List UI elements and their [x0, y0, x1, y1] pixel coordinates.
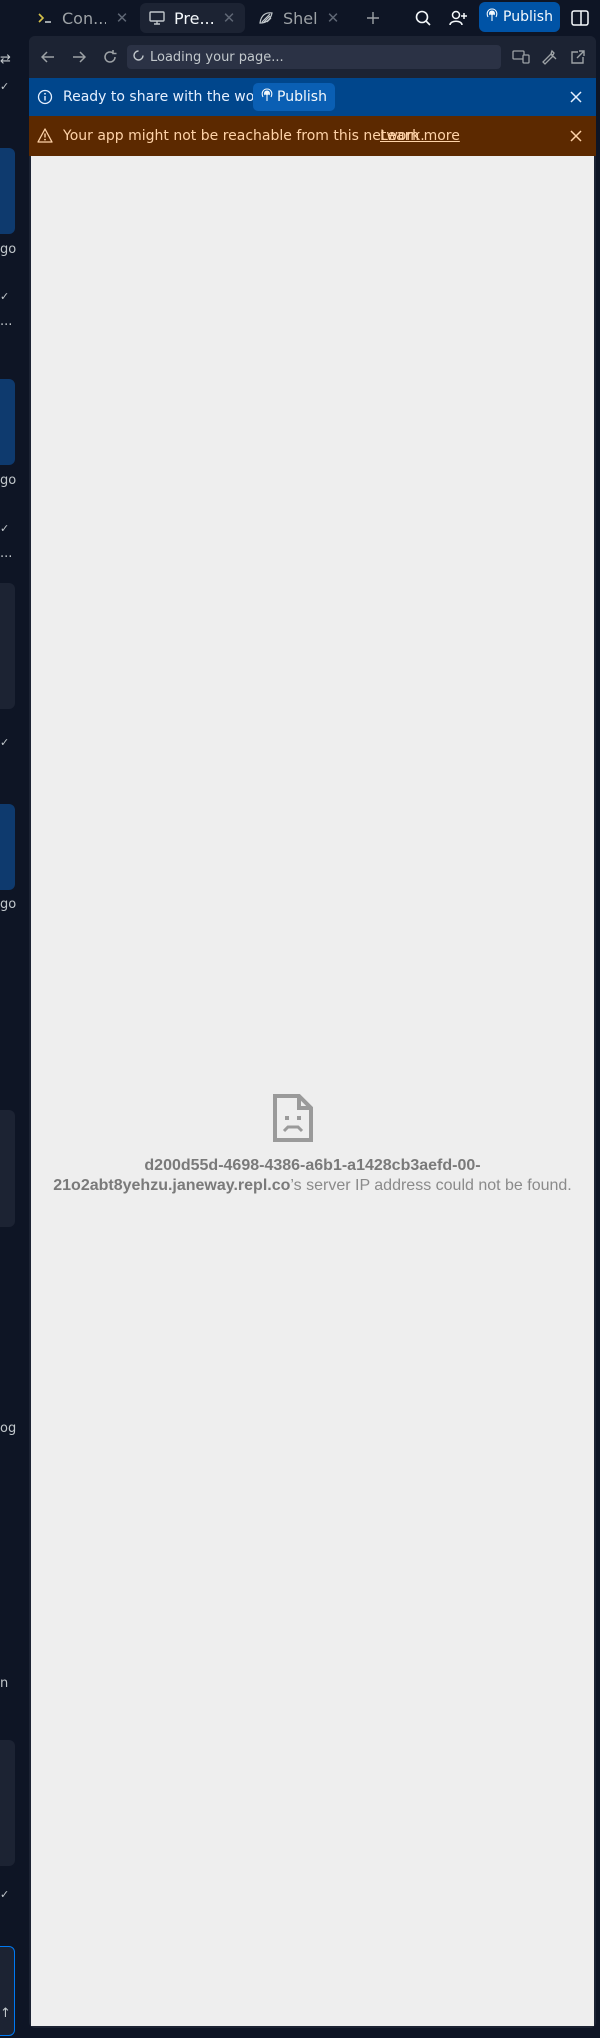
devices-icon[interactable] — [510, 46, 532, 68]
check-icon: ✓ — [0, 1888, 10, 1901]
sidebar-card[interactable] — [0, 148, 15, 234]
error-host-line1: d200d55d-4698-4386-a6b1-a1428cb3aefd-00- — [144, 1157, 481, 1174]
sidebar-ellipsis: ... — [0, 546, 13, 561]
banner-publish-button[interactable]: Publish — [253, 83, 335, 111]
top-bar: Con... ✕ Pre... ✕ Shell ✕ Publish — [0, 0, 600, 36]
check-icon: ✓ — [0, 522, 10, 535]
sidebar-card[interactable] — [0, 583, 15, 709]
banner-publish-label: Publish — [277, 89, 327, 105]
plus-icon[interactable] — [360, 5, 386, 31]
address-text: Loading your page... — [150, 49, 284, 65]
search-icon[interactable] — [410, 5, 436, 31]
sidebar-time-label: go — [0, 242, 17, 257]
address-bar[interactable]: Loading your page... — [127, 45, 501, 69]
check-icon: ✓ — [0, 290, 10, 303]
network-warning-banner: Your app might not be reachable from thi… — [29, 116, 596, 156]
publish-button[interactable]: Publish — [479, 2, 560, 32]
tab-label: Shell — [283, 8, 317, 28]
close-icon[interactable]: ✕ — [114, 9, 130, 27]
close-icon[interactable]: ✕ — [221, 9, 237, 27]
preview-pane: Loading your page... Ready to share with… — [29, 36, 596, 2028]
forward-arrow-icon[interactable] — [68, 46, 90, 68]
tab-console[interactable]: Con... ✕ — [28, 3, 138, 33]
publish-icon — [486, 8, 498, 26]
close-icon[interactable]: ✕ — [325, 9, 341, 27]
back-arrow-icon[interactable] — [37, 46, 59, 68]
tab-label: Pre... — [174, 8, 213, 28]
close-icon[interactable] — [566, 126, 586, 146]
console-icon — [36, 11, 54, 25]
devtools-wrench-icon[interactable] — [539, 46, 561, 68]
sidebar-text-fragment: n — [0, 1676, 9, 1691]
error-host-line2: 21o2abt8yehzu.janeway.repl.co — [53, 1177, 291, 1194]
monitor-icon — [148, 11, 166, 25]
check-icon: ✓ — [0, 736, 10, 749]
publish-label: Publish — [503, 9, 553, 25]
check-icon: ✓ — [0, 80, 10, 93]
swap-icon[interactable]: ⇄ — [0, 52, 11, 67]
learn-more-link[interactable]: Learn more — [380, 128, 460, 144]
close-icon[interactable] — [566, 87, 586, 107]
sidebar-text-fragment: og — [0, 1421, 17, 1436]
sidebar-ellipsis: ... — [0, 314, 13, 329]
publish-banner-text: Ready to share with the world? — [63, 89, 281, 105]
tab-label: Con... — [62, 8, 106, 28]
sidebar-time-label: go — [0, 897, 17, 912]
chat-input-card[interactable] — [0, 1946, 15, 2036]
sad-document-icon — [272, 1093, 314, 1147]
tab-preview[interactable]: Pre... ✕ — [140, 3, 245, 33]
loading-spinner-icon — [133, 49, 144, 65]
open-new-tab-icon[interactable] — [566, 46, 588, 68]
add-user-icon[interactable] — [445, 5, 471, 31]
arrow-up-icon[interactable]: ↑ — [0, 2006, 11, 2021]
sidebar-card[interactable] — [0, 1110, 15, 1227]
sidebar-fragment: ⇄ ✓ go ✓ ... go ✓ ... ✓ go og n ✓ ↑ — [0, 36, 29, 2038]
warning-icon — [37, 128, 53, 147]
sidebar-card[interactable] — [0, 804, 15, 890]
info-icon — [37, 89, 53, 109]
publish-icon — [261, 88, 273, 106]
network-warning-text: Your app might not be reachable from thi… — [63, 128, 425, 144]
preview-page: d200d55d-4698-4386-a6b1-a1428cb3aefd-00-… — [31, 156, 594, 2026]
publish-banner: Ready to share with the world? Publish — [29, 78, 596, 116]
reload-icon[interactable] — [99, 46, 121, 68]
panel-toggle-icon[interactable] — [567, 5, 593, 31]
sidebar-card[interactable] — [0, 1740, 15, 1866]
dns-error-message: d200d55d-4698-4386-a6b1-a1428cb3aefd-00-… — [41, 1156, 584, 1196]
sidebar-card[interactable] — [0, 379, 15, 465]
tab-shell[interactable]: Shell ✕ — [249, 3, 349, 33]
shell-icon — [257, 10, 275, 26]
error-message-suffix: ’s server IP address could not be found. — [290, 1177, 572, 1194]
sidebar-time-label: go — [0, 473, 17, 488]
preview-toolbar: Loading your page... — [29, 36, 596, 78]
